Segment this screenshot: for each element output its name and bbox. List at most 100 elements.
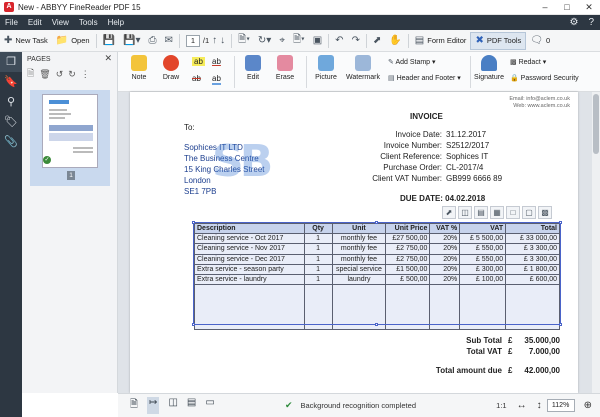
erase-button[interactable]: Erase [272,55,298,81]
status-message: ✔ Background recognition completed [215,400,491,411]
bookmarks-icon[interactable]: 🔖 [0,72,22,92]
meta-label: Purchase Order: [383,163,442,172]
fit-width-icon[interactable]: ↔ [512,400,532,411]
table-select-icon[interactable]: ⬈ [442,206,456,219]
zoom-in-icon[interactable]: ⊕ [579,400,600,411]
underline-icon[interactable]: ab [212,57,221,66]
vertical-scrollbar[interactable] [592,92,600,393]
picture-icon [318,55,334,71]
rotate-button[interactable]: ↻▾ [254,30,275,52]
resize-handle[interactable] [375,221,378,224]
menu-file[interactable]: File [0,15,23,30]
page-options-icon[interactable]: ⋮ [81,69,90,80]
fit-page-view-icon[interactable]: ↦ [147,397,160,414]
crop-button[interactable]: ⌖ [275,30,289,52]
pdf-tools-button[interactable]: ✖ PDF Tools [470,31,527,50]
page-up-icon[interactable]: ↑ [212,35,217,46]
hand-tool-button[interactable]: ✋ [385,30,405,52]
page-image-button[interactable]: 🗎▾ [289,30,309,52]
search-icon[interactable]: ⚲ [0,92,22,112]
minimize-icon[interactable]: – [534,0,556,15]
print-icon: ⎙ [148,35,157,46]
header-footer-button[interactable]: ▤ Header and Footer ▾ [388,74,461,82]
settings-gear-icon[interactable]: ⚙ [569,15,578,30]
open-label: Open [71,36,90,45]
highlight-icon[interactable]: ab [192,57,205,66]
maximize-icon[interactable]: □ [556,0,578,15]
resize-handle[interactable] [192,221,195,224]
single-page-view-icon[interactable]: 🗎 [130,397,138,414]
table-recognize-icon[interactable]: ▩ [538,206,552,219]
rotate-left-icon[interactable]: ↺ [56,69,64,80]
image-button[interactable]: ▣ [309,30,326,52]
watermark-button[interactable]: Watermark [344,55,382,81]
comments-tag-icon[interactable]: 🏷 [0,112,22,132]
add-stamp-button[interactable]: ✎ Add Stamp ▾ [388,58,436,66]
form-editor-button[interactable]: ▤ Form Editor [411,30,471,52]
table-selection-frame[interactable] [193,222,561,325]
delete-page-icon[interactable]: 🗑 [39,69,50,80]
print-button[interactable]: ⎙ [145,30,161,52]
ribbon-divider [306,56,307,88]
two-page-scroll-view-icon[interactable]: ▤ [187,397,196,414]
email-icon: ✉ [164,35,173,46]
new-task-button[interactable]: ✚ New Task [0,30,52,52]
comments-button[interactable]: 🗨 0 [526,30,554,52]
due-date: DUE DATE: 04.02.2018 [400,194,486,203]
note-button[interactable]: Note [126,55,152,81]
insert-text-icon[interactable]: ab [212,74,221,85]
scrollbar-thumb[interactable] [593,94,599,154]
page-number-input[interactable]: 1 [185,34,200,47]
presentation-view-icon[interactable]: ▭ [205,397,214,414]
save-as-icon: 💾▾ [123,35,141,46]
undo-button[interactable]: ↶ [331,30,347,52]
page-down-icon[interactable]: ↓ [220,35,225,46]
page-thumbnail-selected[interactable]: ✓ 1 [30,90,110,186]
edit-button[interactable]: Edit [240,55,266,81]
table-merge-icon[interactable]: □ [506,206,520,219]
two-page-view-icon[interactable]: ◫ [168,397,177,414]
pages-icon[interactable]: ❐ [0,52,22,72]
select-tool-button[interactable]: ⬈ [369,30,385,52]
redact-button[interactable]: ▩ Redact ▾ [510,58,546,66]
signature-label: Signature [474,74,504,81]
help-icon[interactable]: ? [588,15,594,30]
rotate-right-icon[interactable]: ↻ [68,69,76,80]
save-button[interactable]: 💾 [99,30,119,52]
open-button[interactable]: 📁 Open [52,30,94,52]
redo-button[interactable]: ↷ [348,30,364,52]
toolbar-divider [178,33,180,48]
actual-size-button[interactable]: 1:1 [491,401,511,410]
resize-handle[interactable] [559,323,562,326]
menu-bar: File Edit View Tools Help ⚙ ? [0,15,600,30]
table-split-icon[interactable]: ▦ [490,206,504,219]
pdf-page[interactable]: Email: info@aclem.co.uk Web: www.aclem.c… [130,92,578,393]
picture-button[interactable]: Picture [312,55,340,81]
add-page-icon[interactable]: 🗎 [27,66,34,82]
resize-handle[interactable] [559,221,562,224]
table-columns-icon[interactable]: ◫ [458,206,472,219]
menu-help[interactable]: Help [103,15,129,30]
close-icon[interactable]: ✕ [578,0,600,15]
address-line: SE1 7PB [184,187,217,196]
resize-handle[interactable] [375,323,378,326]
menu-tools[interactable]: Tools [74,15,103,30]
save-as-button[interactable]: 💾▾ [119,30,144,52]
zoom-select[interactable]: 112% [546,399,575,412]
table-rows-icon[interactable]: ▤ [474,206,488,219]
menu-view[interactable]: View [47,15,74,30]
resize-handle[interactable] [192,323,195,326]
fit-page-icon[interactable]: ↕ [532,400,547,411]
menu-edit[interactable]: Edit [23,15,47,30]
pdf-tools-ribbon: Note Draw ab ab ab ab Edit Erase Picture… [118,52,600,92]
document-viewer[interactable]: Email: info@aclem.co.uk Web: www.aclem.c… [118,92,600,393]
password-security-button[interactable]: 🔒 Password Security [510,74,579,82]
strikethrough-icon[interactable]: ab [192,74,201,83]
add-page-button[interactable]: 🗎▾ [234,30,254,52]
close-panel-icon[interactable]: ✕ [104,53,112,64]
draw-button[interactable]: Draw [158,55,184,81]
attachments-icon[interactable]: 📎 [0,132,22,152]
table-delete-icon[interactable]: ▢ [522,206,536,219]
email-button[interactable]: ✉ [161,30,177,52]
signature-button[interactable]: Signature [474,55,504,81]
